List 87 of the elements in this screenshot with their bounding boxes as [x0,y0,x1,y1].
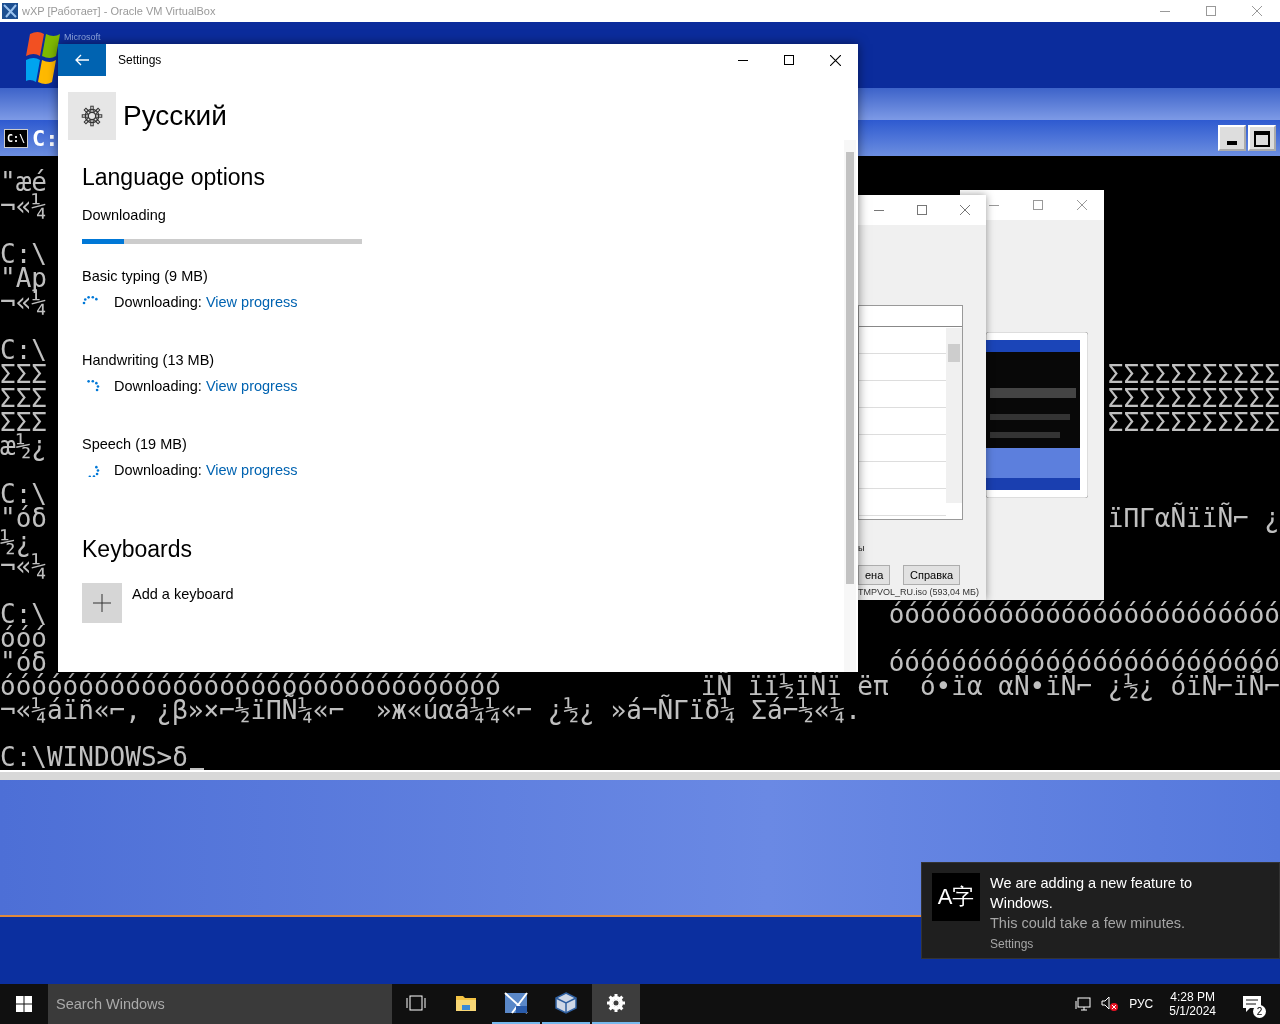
console-title: C: [32,125,59,151]
console-line: ΣΣΣ [0,362,47,386]
console-line: ΣΣΣ [0,386,47,410]
settings-icon [607,994,625,1012]
maximize-button[interactable] [1248,125,1276,151]
language-indicator[interactable]: РУС [1129,997,1154,1011]
console-line: "æé [0,170,47,194]
cube-icon [555,992,577,1014]
dialog-button[interactable]: Справка [903,565,961,585]
dialog-button[interactable]: ена [858,565,891,585]
feature-status: Downloading: View progress [114,294,298,310]
view-progress-link[interactable]: View progress [205,378,298,394]
status-text: Downloading [82,207,167,223]
toast-title: We are adding a new feature to Windows. [990,874,1194,913]
console-line: ΣΣΣΣΣΣΣΣΣΣΣ [1107,386,1280,410]
minimize-button[interactable] [1218,125,1246,151]
close-icon [1077,200,1087,210]
maximize-icon [1206,6,1216,16]
brand-text: Microsoft [64,32,101,42]
feature-name: Handwriting (13 MB) [82,352,216,368]
minimize-icon [738,59,748,61]
volume-muted-icon[interactable] [1101,996,1120,1012]
caption-text: ы [858,543,865,553]
scrollbar[interactable] [946,328,962,503]
console-line: óóóóóóóóóóóóóóóóóóóóóóóóó [888,602,1280,626]
console-line: ΣΣΣ [0,410,47,434]
feature-status: Downloading: View progress [114,378,298,394]
view-progress-link[interactable]: View progress [205,294,298,310]
feature-status: Downloading: View progress [114,462,298,478]
window-title: wXP [Работает] - Oracle VM VirtualBox [22,5,216,17]
minimize-icon [1227,141,1237,145]
window-logo-icon [504,992,528,1014]
minimize-icon [989,204,999,206]
console-line: "óδ [0,650,47,674]
windows-logo-icon [16,996,32,1012]
console-line: C:\ [0,338,47,362]
view-progress-link[interactable]: View progress [205,462,298,478]
maximize-icon [1033,200,1043,210]
app-icon [2,3,18,19]
toast-body: This could take a few minutes. [990,914,1187,933]
window-title: Settings [118,53,162,67]
console-line: "óδ [0,506,47,530]
search-field[interactable]: Search Windows [48,984,392,1024]
scroll-thumb[interactable] [846,152,854,584]
gear-icon [81,105,103,127]
feature-name: Speech (19 MB) [82,436,188,452]
add-keyboard-label[interactable]: Add a keyboard [132,586,234,602]
console-line: ¬«¼ [0,194,47,218]
console-line: ΣΣΣΣΣΣΣΣΣΣΣ [1107,362,1280,386]
back-button[interactable] [58,44,106,76]
task-view-icon [406,995,426,1011]
message-icon [1242,995,1262,1013]
page-title: Русский [123,100,227,132]
feature-name: Basic typing (9 MB) [82,268,209,284]
toast-source: Settings [990,937,1035,951]
taskbar-app-button[interactable] [592,984,640,1024]
console-line: C:\ [0,602,47,626]
add-keyboard-button[interactable] [82,583,122,623]
maximize-icon [917,205,927,215]
date-text: 5/1/2024 [1169,1004,1216,1018]
console-icon: C:\ [4,128,29,148]
minimize-icon [1160,10,1170,12]
notification-count: 2 [1253,1005,1266,1018]
time-text: 4:28 PM [1170,990,1215,1004]
language-icon: A字 [932,873,980,921]
maximize-icon [1254,131,1270,147]
status-text: TMPVOL_RU.iso (593,04 МБ) [858,587,979,597]
notification-toast[interactable]: A字 We are adding a new feature to Windows. This could take a few minutes. Settings [921,862,1280,959]
network-icon[interactable] [1075,997,1092,1011]
minimize-icon [874,209,885,211]
close-icon [1252,6,1262,16]
action-center-button[interactable]: 2 [1232,984,1272,1024]
section-heading: Language options [82,164,266,191]
scrollbar[interactable] [844,140,856,672]
maximize-icon [784,55,794,65]
close-icon [829,54,841,66]
list-box[interactable] [858,305,963,520]
console-line: óóó [0,626,47,650]
console-line: C:\ [0,242,47,266]
console-line: C:\ [0,482,47,506]
section-heading: Keyboards [82,536,193,563]
plus-icon [93,594,111,612]
clock[interactable]: 4:28 PM 5/1/2024 [1169,990,1216,1018]
folder-icon [455,994,477,1012]
back-arrow-icon [75,54,89,66]
console-line: ΣΣΣΣΣΣΣΣΣΣΣ [1107,410,1280,434]
close-icon [959,205,970,215]
